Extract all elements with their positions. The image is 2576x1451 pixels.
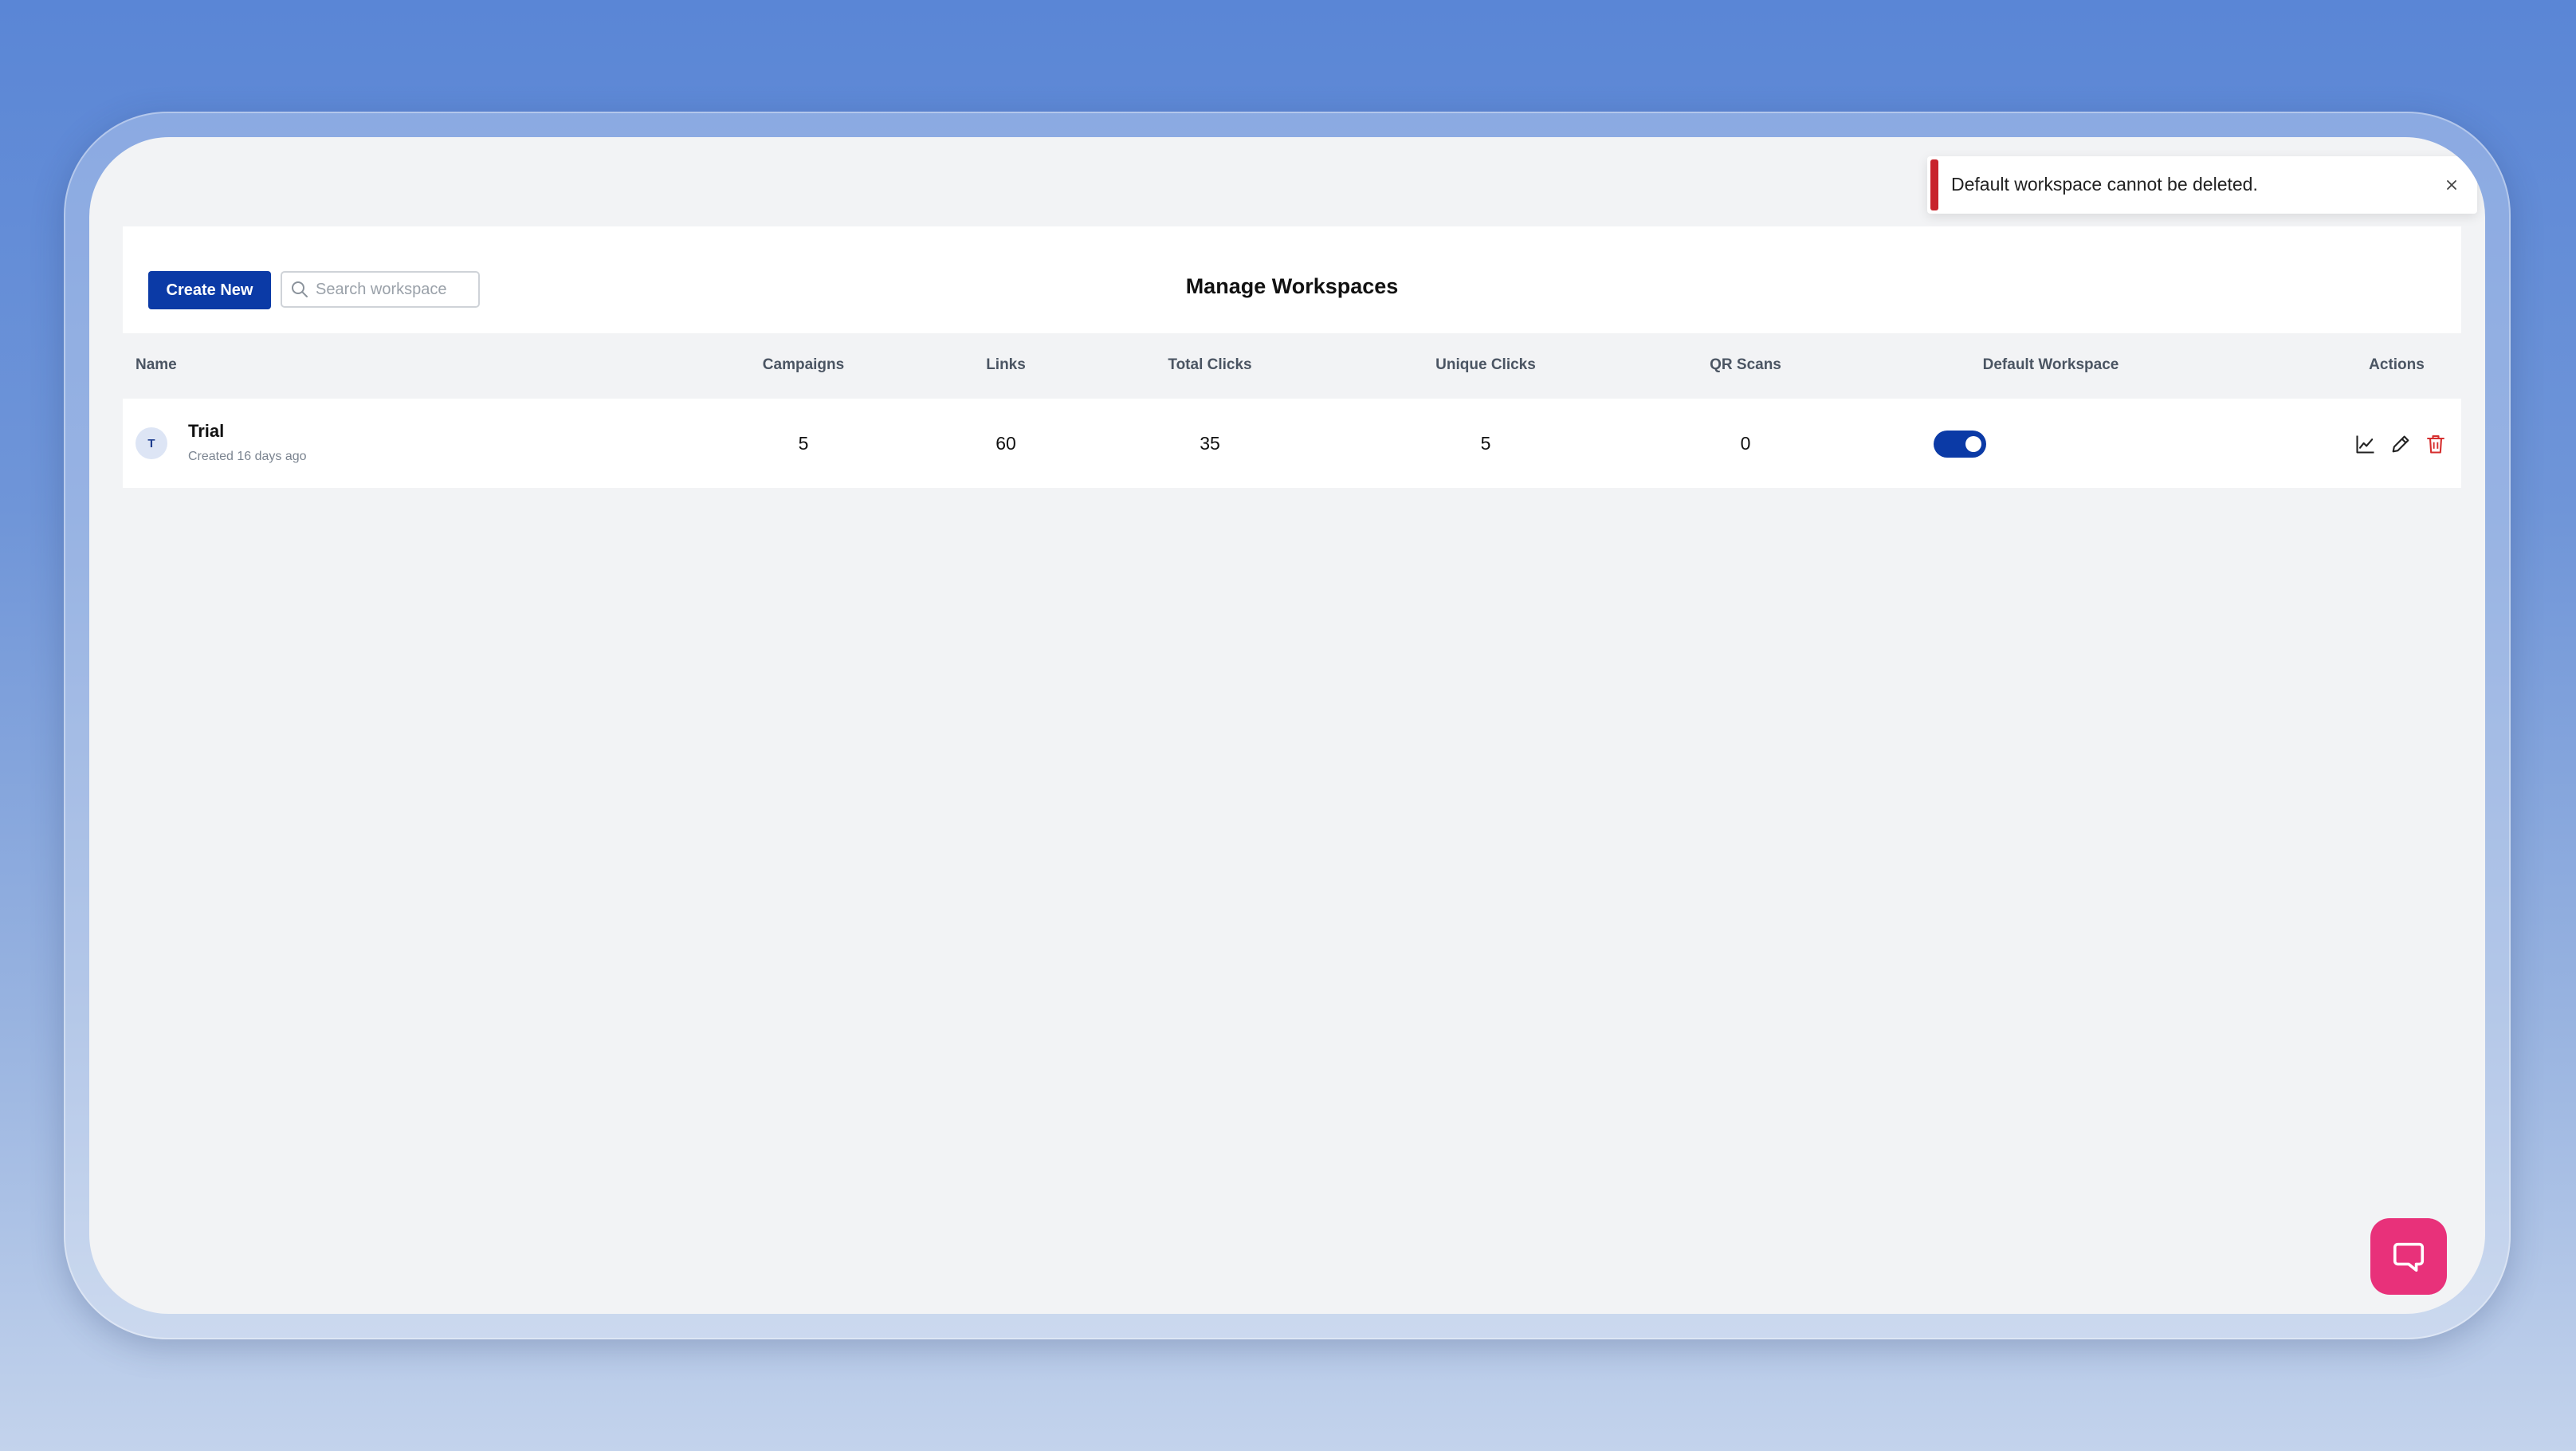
toast-message: Default workspace cannot be deleted. — [1951, 174, 2258, 195]
workspace-created: Created 16 days ago — [188, 450, 307, 463]
delete-button[interactable] — [2422, 431, 2449, 458]
workspace-name: Trial — [188, 421, 225, 441]
cell-qr-scans: 0 — [1740, 433, 1751, 454]
cell-total-clicks: 35 — [1200, 433, 1220, 454]
workspaces-panel: Create New Manage Workspaces Name Campai… — [123, 226, 2461, 488]
app-screen: Create New Manage Workspaces Name Campai… — [89, 137, 2485, 1314]
chat-support-button[interactable] — [2370, 1218, 2447, 1295]
cell-links: 60 — [995, 433, 1016, 454]
col-header-links: Links — [986, 356, 1026, 373]
col-header-total-clicks: Total Clicks — [1168, 356, 1252, 373]
toggle-knob — [1965, 436, 1981, 452]
avatar: T — [135, 427, 167, 459]
toast-accent-bar — [1930, 159, 1938, 210]
col-header-name: Name — [135, 356, 177, 373]
line-chart-icon — [2356, 435, 2374, 454]
table-row: T Trial Created 16 days ago 5 60 35 5 0 — [123, 399, 2461, 488]
col-header-default-workspace: Default Workspace — [1982, 356, 2119, 373]
table-header: Name Campaigns Links Total Clicks Unique… — [123, 333, 2461, 399]
col-header-qr-scans: QR Scans — [1710, 356, 1781, 373]
col-header-actions: Actions — [2369, 356, 2425, 373]
error-toast: Default workspace cannot be deleted. — [1927, 156, 2477, 214]
create-new-button[interactable]: Create New — [148, 271, 271, 309]
search-icon — [292, 281, 308, 297]
close-icon — [2447, 180, 2456, 190]
chat-bubble-icon — [2393, 1242, 2425, 1272]
cell-campaigns: 5 — [798, 433, 809, 454]
panel-toolbar: Create New Manage Workspaces — [123, 226, 2461, 333]
search-input[interactable] — [314, 279, 469, 300]
pencil-icon — [2392, 435, 2409, 453]
default-workspace-toggle[interactable] — [1934, 431, 1986, 458]
edit-button[interactable] — [2387, 431, 2414, 458]
cell-unique-clicks: 5 — [1480, 433, 1491, 454]
search-box[interactable] — [281, 271, 480, 308]
col-header-campaigns: Campaigns — [762, 356, 845, 373]
toast-close-button[interactable] — [2437, 171, 2466, 199]
trash-icon — [2427, 435, 2444, 454]
col-header-unique-clicks: Unique Clicks — [1435, 356, 1536, 373]
analytics-button[interactable] — [2352, 431, 2379, 458]
